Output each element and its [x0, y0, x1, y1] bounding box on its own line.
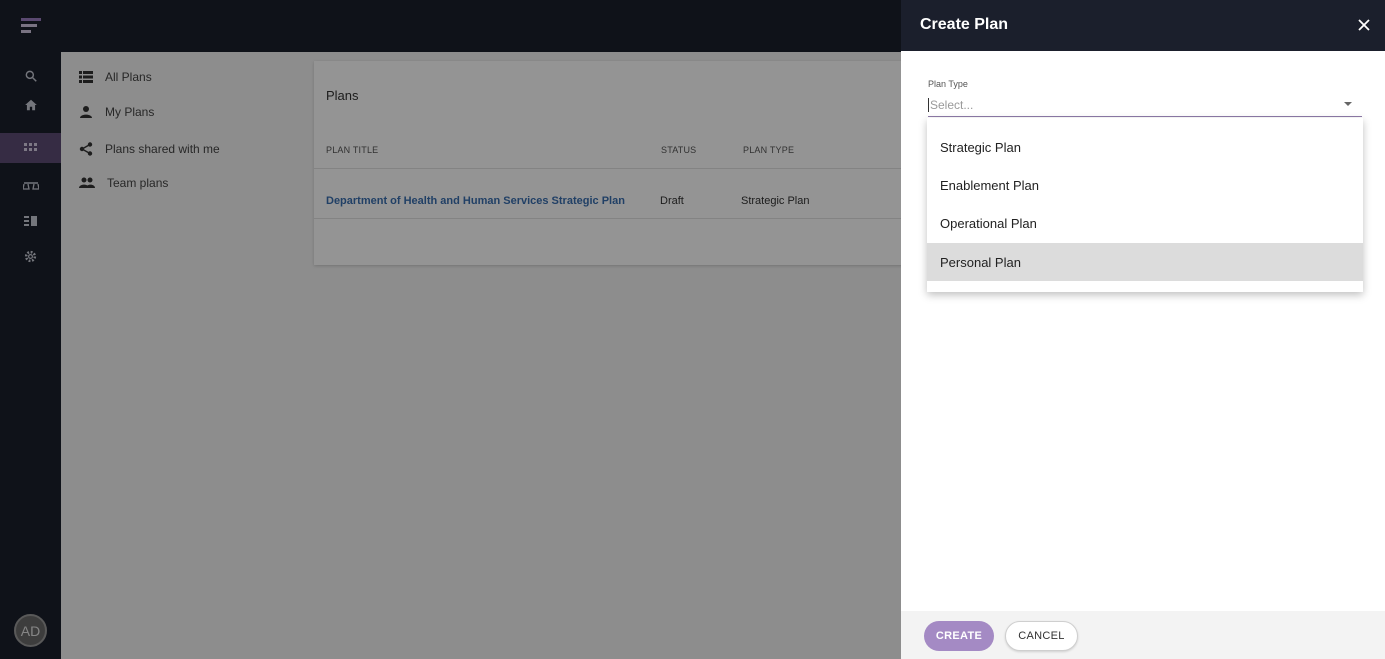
close-button[interactable] — [1353, 14, 1375, 36]
close-icon — [1358, 19, 1370, 31]
modal-backdrop[interactable] — [0, 0, 901, 659]
option-enablement-plan[interactable]: Enablement Plan — [927, 166, 1363, 204]
option-personal-plan[interactable]: Personal Plan — [927, 243, 1363, 281]
text-cursor — [928, 97, 929, 112]
panel-title: Create Plan — [920, 16, 1009, 33]
option-strategic-plan[interactable]: Strategic Plan — [927, 128, 1363, 166]
plan-type-select[interactable]: Select... — [928, 93, 1362, 117]
plan-type-label: Plan Type — [928, 79, 968, 89]
plan-type-dropdown: Strategic Plan Enablement Plan Operation… — [927, 118, 1363, 292]
chevron-down-icon[interactable] — [1344, 102, 1352, 106]
panel-header: Create Plan — [901, 0, 1385, 51]
option-operational-plan[interactable]: Operational Plan — [927, 204, 1363, 242]
select-placeholder: Select... — [930, 97, 974, 112]
create-plan-panel: Create Plan Plan Type Select... Strategi… — [901, 0, 1385, 659]
cancel-button[interactable]: CANCEL — [1005, 621, 1078, 651]
create-button[interactable]: CREATE — [924, 621, 994, 651]
panel-footer: CREATE CANCEL — [901, 611, 1385, 659]
